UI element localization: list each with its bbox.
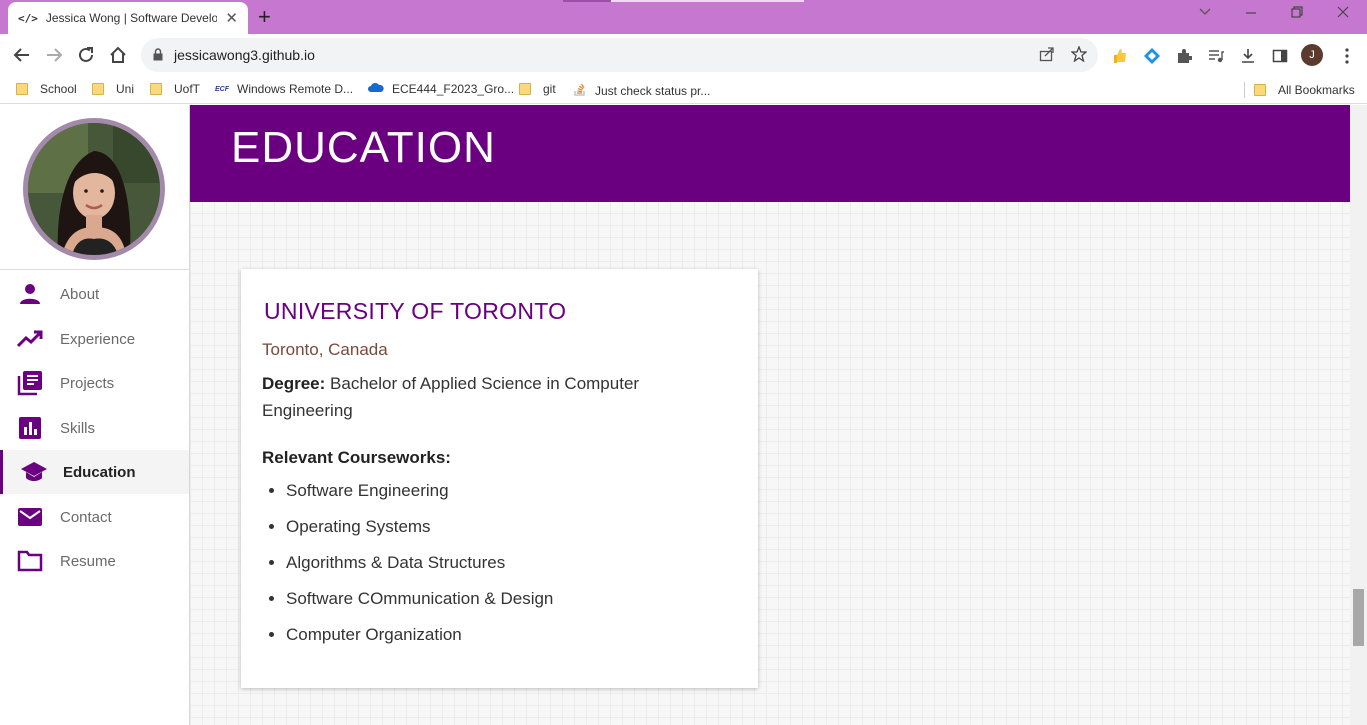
bookmark-windows-remote[interactable]: ECF Windows Remote D... [215, 82, 353, 96]
list-item: Software COmmunication & Design [286, 585, 553, 621]
back-arrow-icon[interactable] [9, 42, 35, 68]
sidebar: About Experience Projects Skills Educati… [0, 105, 190, 725]
ecf-icon: ECF [215, 85, 229, 93]
sidebar-item-label: Skills [60, 419, 96, 437]
window-close-icon[interactable] [1336, 5, 1350, 23]
sidebar-item-label: Education [63, 463, 136, 481]
mail-icon [17, 504, 43, 530]
reload-icon[interactable] [73, 42, 99, 68]
onedrive-icon [368, 82, 384, 96]
kebab-menu-icon[interactable] [1337, 46, 1357, 66]
close-icon[interactable]: ✕ [225, 9, 238, 27]
puzzle-icon[interactable] [1174, 46, 1194, 66]
sidebar-item-skills[interactable]: Skills [0, 406, 189, 450]
main-content: EDUCATION UNIVERSITY OF TORONTO Toronto,… [190, 105, 1350, 725]
person-icon [17, 281, 43, 307]
bookmarks-bar: School Uni UofT ECF Windows Remote D... … [0, 76, 1367, 104]
new-tab-button[interactable]: + [258, 4, 271, 30]
sidebar-item-experience[interactable]: Experience [0, 317, 189, 361]
download-icon[interactable] [1238, 46, 1258, 66]
education-card: UNIVERSITY OF TORONTO Toronto, Canada De… [241, 269, 758, 688]
list-item: Algorithms & Data Structures [286, 549, 553, 585]
bookmark-label: UofT [174, 82, 201, 96]
bookmark-school[interactable]: School [16, 82, 77, 96]
bookmark-label: Windows Remote D... [237, 82, 354, 96]
graduation-cap-icon [20, 459, 47, 485]
star-icon[interactable] [1070, 45, 1088, 67]
sidebar-item-label: Contact [60, 508, 112, 526]
bookmark-git[interactable]: git [519, 82, 556, 96]
all-bookmarks-label: All Bookmarks [1278, 83, 1355, 97]
browser-tab[interactable]: </> Jessica Wong | Software Develop ✕ [8, 2, 248, 34]
bookmark-label: ECE444_F2023_Gro... [392, 82, 515, 96]
trending-up-icon [16, 326, 43, 352]
courseworks-title: Relevant Courseworks: [262, 448, 451, 467]
bookmark-label: git [543, 82, 556, 96]
bookmark-uni[interactable]: Uni [92, 82, 134, 96]
diamond-extension-icon[interactable] [1142, 46, 1162, 66]
share-icon[interactable] [1039, 46, 1055, 67]
page-title: EDUCATION [231, 123, 496, 172]
bookmark-label: School [40, 82, 77, 96]
scrollbar-thumb[interactable] [1353, 589, 1364, 646]
code-icon: </> [18, 11, 38, 25]
folder-icon [92, 83, 104, 95]
bar-chart-icon [17, 415, 43, 441]
folder-icon [16, 83, 28, 95]
bookmarks-divider [1244, 82, 1245, 98]
school-location: Toronto, Canada [262, 340, 388, 359]
library-books-icon [17, 370, 43, 396]
folder-icon [519, 83, 531, 95]
folder-icon [1254, 84, 1266, 96]
lock-icon[interactable] [153, 48, 163, 66]
degree-label: Degree: [262, 374, 326, 393]
forward-arrow-icon[interactable] [41, 42, 67, 68]
sidebar-item-education[interactable]: Education [0, 450, 189, 494]
list-item: Software Engineering [286, 477, 553, 513]
tab-title: Jessica Wong | Software Develop [45, 11, 218, 25]
profile-photo [23, 118, 165, 260]
bookmark-label: Uni [116, 82, 135, 96]
restore-icon[interactable] [1290, 5, 1304, 23]
thumbs-up-icon[interactable] [1110, 46, 1130, 66]
bookmark-uoft[interactable]: UofT [150, 82, 200, 96]
courseworks-list: Software Engineering Operating Systems A… [286, 477, 553, 657]
folder-outline-icon [17, 548, 43, 574]
sidebar-item-label: About [60, 285, 100, 303]
all-bookmarks[interactable]: All Bookmarks [1244, 82, 1355, 98]
tab-highlight-light [611, 0, 804, 2]
browser-toolbar: jessicawong3.github.io J [0, 34, 1367, 76]
url-text[interactable]: jessicawong3.github.io [174, 47, 315, 63]
school-name: UNIVERSITY OF TORONTO [264, 298, 567, 324]
address-bar[interactable]: jessicawong3.github.io [141, 38, 1098, 72]
sidebar-divider [0, 269, 190, 270]
sidebar-item-label: Resume [60, 552, 116, 570]
sidebar-item-label: Experience [60, 330, 136, 348]
list-item: Computer Organization [286, 621, 553, 657]
tab-highlight [563, 0, 611, 2]
web-page: About Experience Projects Skills Educati… [0, 105, 1367, 725]
page-scrollbar[interactable] [1350, 105, 1367, 725]
sidebar-item-resume[interactable]: Resume [0, 539, 189, 583]
list-item: Operating Systems [286, 513, 553, 549]
home-icon[interactable] [105, 42, 131, 68]
side-panel-icon[interactable] [1270, 46, 1290, 66]
folder-icon [150, 83, 162, 95]
minimize-icon[interactable] [1244, 5, 1258, 23]
stackoverflow-icon [573, 82, 587, 99]
sidebar-item-contact[interactable]: Contact [0, 495, 189, 539]
sidebar-item-projects[interactable]: Projects [0, 361, 189, 405]
bookmark-ece444[interactable]: ECE444_F2023_Gro... [368, 82, 514, 96]
chevron-down-icon[interactable] [1198, 5, 1212, 23]
tab-strip: </> Jessica Wong | Software Develop ✕ + [0, 0, 1367, 34]
degree-text: Degree: Bachelor of Applied Science in C… [262, 370, 732, 424]
sidebar-item-label: Projects [60, 374, 115, 392]
bookmark-just-check[interactable]: Just check status pr... [573, 82, 710, 99]
bookmark-label: Just check status pr... [595, 83, 711, 98]
media-list-icon[interactable] [1206, 46, 1226, 66]
section-banner: EDUCATION [190, 105, 1350, 202]
profile-avatar[interactable]: J [1301, 44, 1323, 66]
sidebar-item-about[interactable]: About [0, 272, 189, 316]
